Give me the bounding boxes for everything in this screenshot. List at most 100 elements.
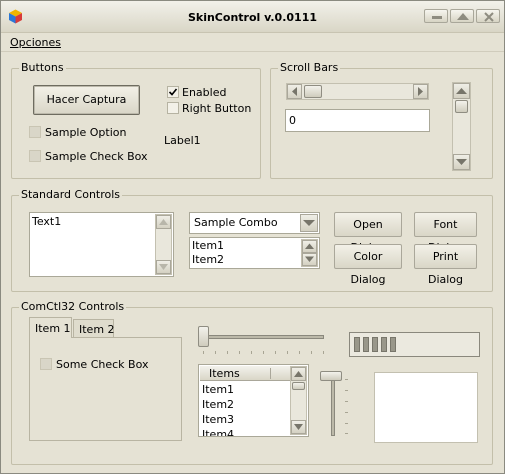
vertical-slider[interactable] (317, 371, 351, 439)
progress-bar (349, 332, 480, 357)
listview-item-4[interactable]: Item4 (202, 428, 234, 436)
sample-option-radio[interactable] (29, 126, 41, 138)
listbox-item-1[interactable]: Item1 (192, 239, 224, 252)
header-divider (270, 368, 271, 379)
listview-header-items: Items (209, 367, 240, 380)
slider-tick (275, 351, 276, 354)
combo-dropdown-button[interactable] (300, 214, 318, 232)
listview-scroll-down[interactable] (291, 420, 306, 434)
label1: Label1 (164, 134, 201, 147)
enabled-checkbox[interactable] (167, 86, 179, 98)
vertical-scroll-thumb[interactable] (455, 100, 468, 113)
arrow-down-icon (294, 424, 303, 430)
tab-item-1-label: Item 1 (35, 322, 71, 335)
main-window: SkinControl v.0.0111 Opciones Buttons Ha… (0, 0, 505, 474)
horizontal-scrollbar[interactable] (286, 83, 429, 100)
arrow-down-icon (456, 159, 467, 165)
minimize-button[interactable] (424, 9, 448, 23)
arrow-down-icon (159, 264, 168, 270)
listbox-scroll-up[interactable] (302, 240, 317, 253)
comctl32-controls-group-legend: ComCtl32 Controls (19, 300, 127, 313)
arrow-down-icon (305, 256, 314, 262)
listbox-scrollbar[interactable] (301, 239, 318, 267)
sample-listbox[interactable]: Item1 Item2 (189, 237, 320, 269)
text1-scrollbar[interactable] (155, 214, 172, 275)
blank-panel (374, 372, 478, 443)
listview-item-2[interactable]: Item2 (202, 398, 234, 412)
enabled-label: Enabled (182, 86, 227, 99)
slider-tick (323, 351, 324, 354)
slider-tick (239, 351, 240, 354)
progress-segment (354, 337, 360, 352)
some-check-box-label: Some Check Box (56, 358, 149, 371)
listview-item-1[interactable]: Item1 (202, 383, 234, 397)
arrow-up-icon (456, 88, 467, 94)
sample-check-box[interactable] (29, 150, 41, 162)
listview-scroll-thumb[interactable] (292, 382, 305, 390)
listview-item-3[interactable]: Item3 (202, 413, 234, 427)
tab-item-1[interactable]: Item 1 (29, 317, 72, 338)
right-button-checkbox[interactable] (167, 102, 179, 114)
combo-dropdown-icon (303, 220, 315, 226)
scroll-right-button[interactable] (413, 84, 428, 99)
listview-scrollbar[interactable] (290, 366, 307, 435)
menu-opciones[interactable]: Opciones (10, 36, 61, 49)
slider-tick (287, 351, 288, 354)
horizontal-slider[interactable] (198, 326, 328, 356)
vertical-slider-tick (345, 390, 348, 391)
slider-tick (251, 351, 252, 354)
tab-item-2[interactable]: Item 2 (73, 319, 115, 338)
close-button[interactable] (476, 9, 500, 23)
slider-thumb[interactable] (198, 326, 209, 347)
slider-tick (263, 351, 264, 354)
some-check-box[interactable] (40, 358, 52, 370)
capture-button[interactable]: Hacer Captura (33, 85, 140, 115)
horizontal-scroll-thumb[interactable] (304, 85, 322, 98)
listbox-scroll-down[interactable] (302, 253, 317, 266)
sample-combo[interactable]: Sample Combo (189, 212, 320, 234)
text1-scroll-up[interactable] (156, 215, 171, 229)
menu-bar: Opciones (1, 34, 504, 52)
vertical-slider-track (331, 374, 335, 436)
scroll-left-button[interactable] (287, 84, 302, 99)
text1-text: Text1 (32, 215, 62, 228)
scroll-value-field[interactable]: 0 (285, 109, 430, 132)
close-icon (484, 12, 494, 22)
print-dialog-button[interactable]: Print Dialog (414, 244, 477, 286)
restore-button[interactable] (450, 9, 474, 23)
slider-tick (299, 351, 300, 354)
text1-textarea[interactable]: Text1 (29, 212, 174, 277)
sample-check-box-label: Sample Check Box (45, 150, 148, 163)
arrow-up-icon (294, 371, 303, 377)
progress-segment (363, 337, 369, 352)
slider-tick (215, 351, 216, 354)
listview-scroll-up[interactable] (291, 367, 306, 381)
title-bar[interactable]: SkinControl v.0.0111 (1, 1, 504, 33)
checkmark-icon (168, 88, 178, 96)
slider-tick (311, 351, 312, 354)
font-dialog-button[interactable]: Font Dialog (414, 212, 477, 254)
minimize-icon (432, 16, 442, 19)
sample-combo-value: Sample Combo (194, 216, 278, 229)
open-dialog-button[interactable]: Open Dialog (334, 212, 402, 254)
buttons-group: Buttons Hacer Captura Enabled Right Butt… (11, 61, 261, 179)
scroll-down-button[interactable] (453, 154, 470, 170)
progress-segment (390, 337, 396, 352)
text1-scroll-down[interactable] (156, 260, 171, 274)
tab-panel: Some Check Box (29, 337, 182, 441)
listview-header[interactable]: Items (200, 366, 290, 381)
vertical-scrollbar[interactable] (452, 82, 471, 171)
slider-tick (227, 351, 228, 354)
items-listview[interactable]: Items Item1 Item2 Item3 Item4 (198, 364, 309, 437)
progress-segment (372, 337, 378, 352)
vertical-slider-tick (345, 412, 348, 413)
listbox-item-2[interactable]: Item2 (192, 253, 224, 266)
arrow-left-icon (292, 87, 297, 96)
color-dialog-button[interactable]: Color Dialog (334, 244, 402, 286)
vertical-slider-tick (345, 401, 348, 402)
tab-item-2-label: Item 2 (79, 323, 115, 336)
scroll-up-button[interactable] (453, 83, 470, 99)
buttons-group-legend: Buttons (19, 61, 66, 74)
vertical-slider-thumb[interactable] (320, 371, 342, 381)
vertical-slider-tick (345, 423, 348, 424)
